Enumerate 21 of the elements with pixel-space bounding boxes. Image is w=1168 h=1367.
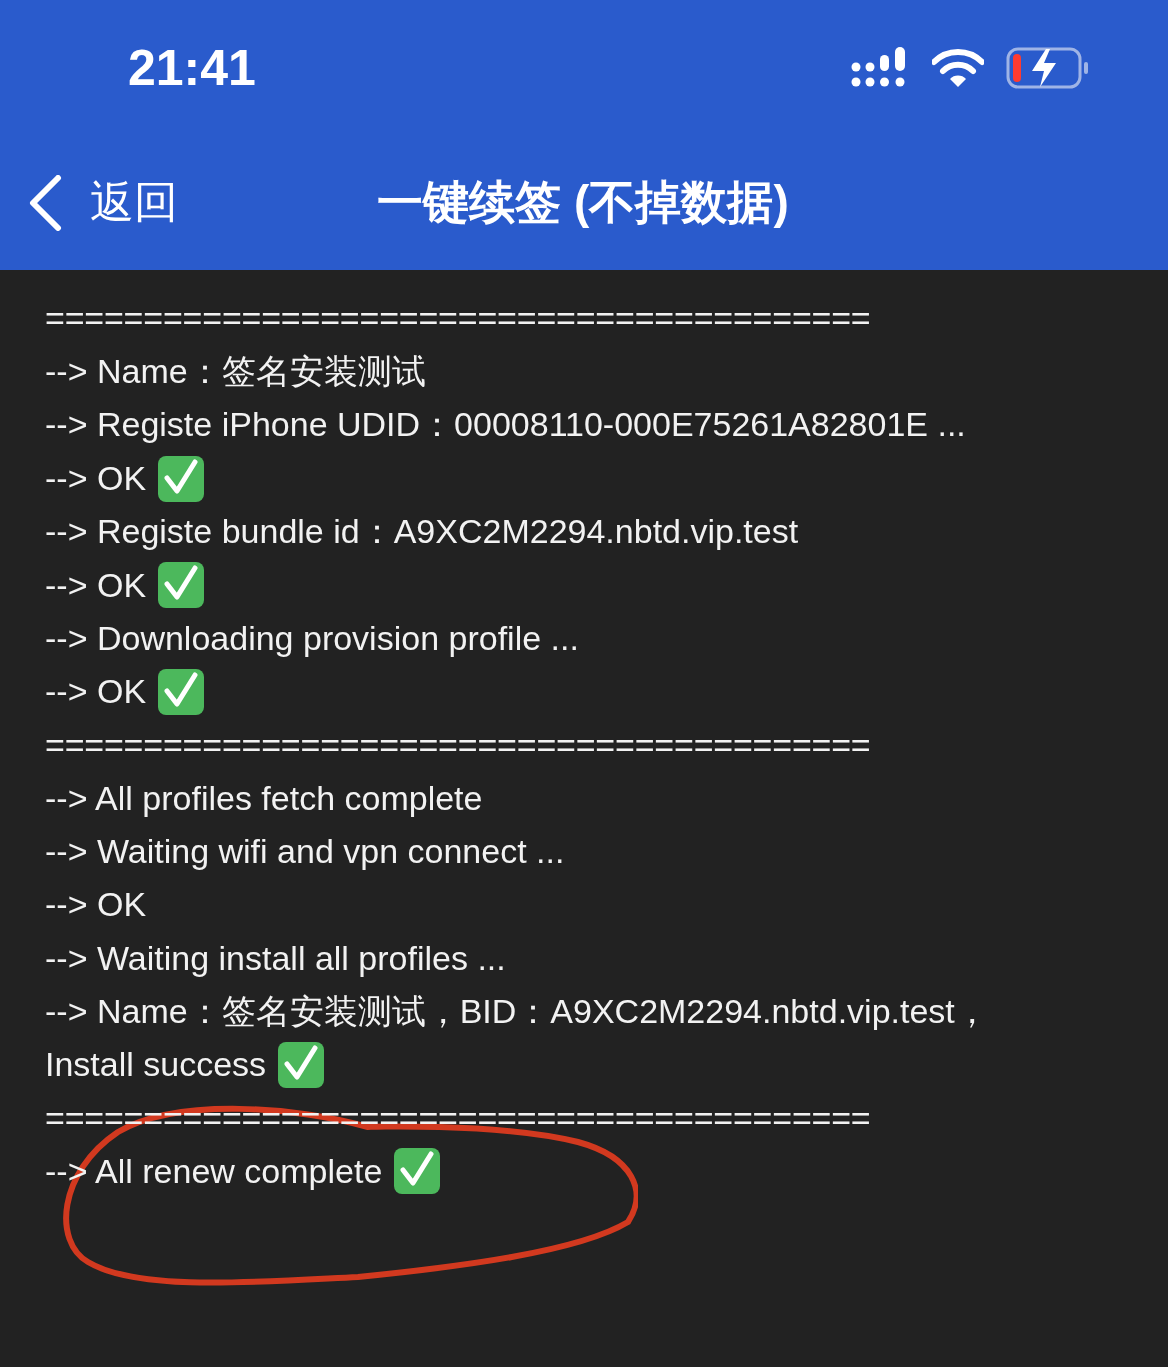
- back-button[interactable]: 返回: [28, 173, 178, 232]
- log-line: --> Waiting install all profiles ...: [45, 938, 506, 978]
- wifi-icon: [932, 47, 984, 88]
- log-line: --> Downloading provision profile ...: [45, 618, 579, 658]
- battery-charging-icon: [1006, 46, 1090, 89]
- log-line: --> Name：签名安装测试: [45, 350, 426, 392]
- log-line: --> Registe iPhone UDID：00008110-000E75261A82801E ...: [45, 404, 966, 446]
- log-line: --> All profiles fetch complete: [45, 778, 483, 818]
- log-line: --> OK: [45, 672, 147, 712]
- clock-time: 21:41: [128, 38, 256, 97]
- page-title: 一键续签 (不掉数据): [377, 174, 789, 230]
- log-line: --> Name：签名安装测试，BID：A9XC2M2294.nbtd.vip.test，: [45, 990, 989, 1032]
- log-line: --> Waiting wifi and vpn connect ...: [45, 832, 565, 872]
- log-line: --> OK: [45, 459, 147, 499]
- log-line: Install success: [45, 1045, 267, 1085]
- separator-line: ==========================================: [45, 299, 871, 339]
- separator-line: ==========================================: [45, 725, 871, 765]
- log-line: --> Registe bundle id：A9XC2M2294.nbtd.vip.test: [45, 510, 799, 552]
- log-line: --> OK: [45, 565, 147, 605]
- log-line: --> OK: [45, 885, 147, 925]
- back-chevron-icon: [28, 174, 62, 231]
